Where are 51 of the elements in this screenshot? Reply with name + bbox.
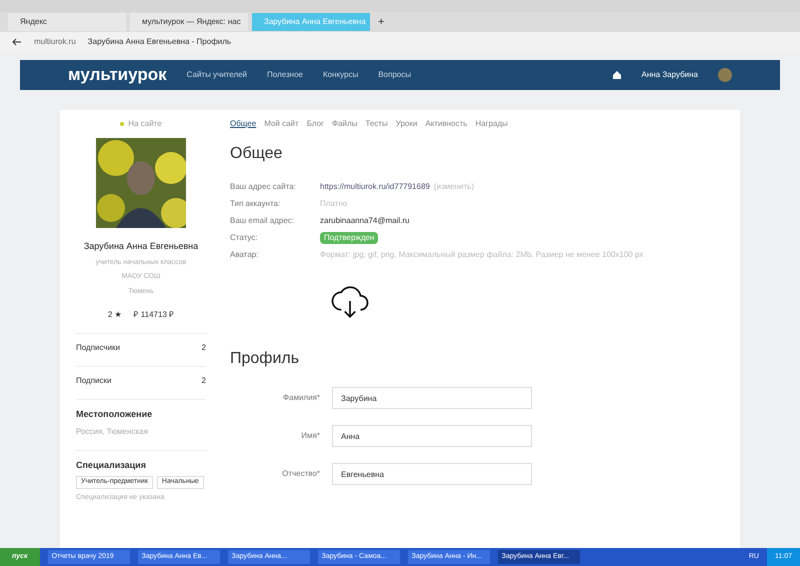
- rating: 2 ★: [108, 309, 122, 321]
- site-logo[interactable]: мультиурок: [68, 62, 167, 88]
- profile-tab[interactable]: Файлы: [332, 118, 358, 130]
- nav-link[interactable]: Конкурсы: [322, 69, 358, 81]
- field-label: Фамилия*: [282, 392, 320, 404]
- field-label: Имя*: [300, 430, 320, 442]
- page-title: Зарубина Анна Евгеньевна - Профиль: [88, 36, 232, 48]
- field-value: Формат: jpg, gif, png. Максимальный размер файла: 2Mb. Размер не менее 100x100 px: [320, 248, 644, 260]
- section-title: Профиль: [230, 349, 300, 369]
- field-label: Отчество*: [281, 468, 320, 480]
- field-label: Ваш email адрес:: [230, 214, 296, 226]
- stat-label[interactable]: Подписчики: [76, 342, 120, 354]
- back-icon[interactable]: [12, 38, 22, 46]
- profile-tab[interactable]: Мой сайт: [264, 118, 299, 130]
- section-title: Общее: [230, 144, 284, 164]
- field-label: Тип аккаунта:: [230, 198, 282, 210]
- location-text: Россия, Тюменская: [76, 426, 149, 438]
- stat-count: 2: [202, 342, 206, 354]
- field-value[interactable]: https://multiurok.ru/id77791689: [320, 180, 430, 192]
- nav-link[interactable]: Полезное: [267, 69, 303, 81]
- field-label: Аватар:: [230, 248, 260, 260]
- browser-tab[interactable]: мультиурок — Яндекс: нас: [130, 13, 248, 31]
- profile-tab[interactable]: Общее: [230, 118, 256, 130]
- stat-label[interactable]: Подписки: [76, 375, 112, 387]
- user-full-name: Зарубина Анна Евгеньевна: [84, 240, 198, 253]
- profile-tab[interactable]: Тесты: [365, 118, 388, 130]
- new-tab-button[interactable]: +: [374, 14, 388, 30]
- home-icon[interactable]: [612, 70, 622, 80]
- profile-tab[interactable]: Активность: [425, 118, 468, 130]
- field-value: zarubinaanna74@mail.ru: [320, 214, 410, 226]
- input-field[interactable]: Евгеньевна: [332, 463, 532, 485]
- field-label: Ваш адрес сайта:: [230, 180, 297, 192]
- profile-tab[interactable]: Награды: [475, 118, 508, 130]
- browser-tab[interactable]: Яндекс: [8, 13, 126, 31]
- stat-count: 2: [202, 375, 206, 387]
- field-value: Платно: [320, 198, 348, 210]
- profile-tab[interactable]: Уроки: [396, 118, 418, 130]
- status-badge: Подтвержден: [320, 232, 378, 244]
- field-label: Статус:: [230, 232, 259, 244]
- online-status: На сайте: [128, 118, 162, 130]
- location-title: Местоположение: [76, 399, 206, 422]
- input-field[interactable]: Анна: [332, 425, 532, 447]
- input-field[interactable]: Зарубина: [332, 387, 532, 409]
- nav-link[interactable]: Сайты учителей: [186, 69, 248, 81]
- nav-link[interactable]: Вопросы: [378, 69, 411, 81]
- profile-tab[interactable]: Блог: [306, 118, 324, 130]
- specialization-title: Специализация: [76, 450, 206, 472]
- url-domain[interactable]: multiurok.ru: [34, 36, 76, 48]
- user-name[interactable]: Анна Зарубина: [642, 69, 698, 81]
- online-dot-icon: [120, 122, 124, 126]
- balance: ₽ 114713 ₽: [134, 309, 174, 321]
